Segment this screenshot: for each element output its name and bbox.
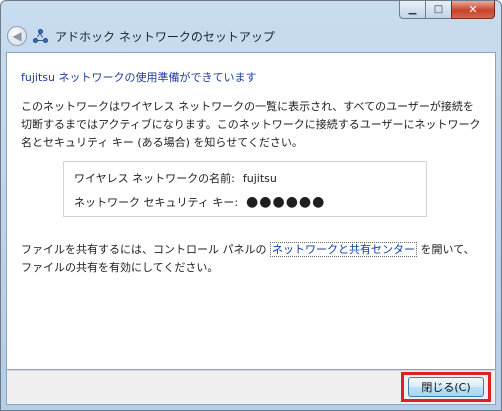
close-icon: ✕	[468, 3, 478, 16]
network-info-box: ワイヤレス ネットワークの名前: fujitsu ネットワーク セキュリティ キー…	[63, 161, 427, 217]
caption-buttons: ▁ □ ✕	[399, 1, 495, 20]
close-button-highlight: 閉じる(C)	[401, 372, 491, 402]
window-title: アドホック ネットワークのセットアップ	[55, 29, 275, 44]
main-content: fujitsu ネットワークの使用準備ができています このネットワークはワイヤレ…	[6, 52, 496, 370]
titlebar: ◀ アドホック ネットワークのセットアップ	[5, 21, 497, 51]
minimize-icon: ▁	[408, 4, 417, 15]
footer-bar: 閉じる(C)	[6, 370, 496, 405]
adhoc-network-icon	[33, 28, 49, 44]
security-key-value: ●●●●●●	[246, 194, 326, 210]
security-key-label: ネットワーク セキュリティ キー:	[74, 196, 239, 209]
share-text-before: ファイルを共有するには、コントロール パネルの	[21, 243, 267, 256]
network-name-row: ワイヤレス ネットワークの名前: fujitsu	[74, 170, 277, 186]
close-window-button[interactable]: ✕	[451, 1, 495, 19]
share-instructions: ファイルを共有するには、コントロール パネルの ネットワークと共有センター を開…	[21, 241, 481, 277]
dialog-window: ▁ □ ✕ ◀ アドホック ネットワークのセットアップ fujitsu ネットワ…	[0, 0, 502, 411]
description-text: このネットワークはワイヤレス ネットワークの一覧に表示され、すべてのユーザーが接…	[21, 100, 481, 149]
network-name-value: fujitsu	[242, 172, 277, 185]
page-heading: fujitsu ネットワークの使用準備ができています	[21, 71, 257, 84]
close-button[interactable]: 閉じる(C)	[408, 377, 484, 397]
minimize-button[interactable]: ▁	[399, 1, 425, 19]
network-name-label: ワイヤレス ネットワークの名前:	[74, 172, 235, 185]
back-arrow-icon: ◀	[12, 29, 22, 43]
security-key-row: ネットワーク セキュリティ キー: ●●●●●●	[74, 194, 325, 210]
maximize-icon: □	[433, 4, 444, 15]
maximize-button[interactable]: □	[425, 1, 451, 19]
back-button[interactable]: ◀	[7, 26, 27, 46]
network-sharing-center-link[interactable]: ネットワークと共有センター	[270, 242, 417, 257]
